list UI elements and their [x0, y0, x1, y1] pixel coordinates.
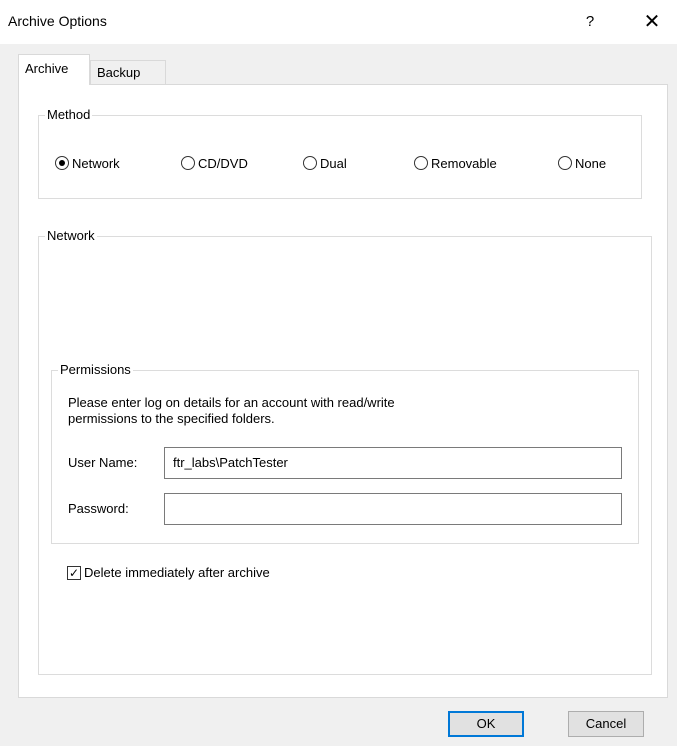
permissions-legend: Permissions	[58, 362, 133, 377]
radio-removable-indicator[interactable]	[414, 156, 428, 170]
radio-none[interactable]: None	[558, 154, 606, 172]
archive-options-dialog: Archive Options ? ✕ Archive Backup Metho…	[0, 0, 677, 746]
radio-none-label: None	[575, 155, 607, 171]
permissions-description: Please enter log on details for an accou…	[68, 395, 588, 427]
radio-cd-dvd-indicator[interactable]	[181, 156, 195, 170]
radio-dual-indicator[interactable]	[303, 156, 317, 170]
title-bar: Archive Options ? ✕	[0, 0, 677, 44]
method-legend: Method	[45, 107, 93, 122]
close-button[interactable]: ✕	[636, 8, 668, 36]
window-title: Archive Options	[8, 13, 107, 29]
permissions-description-line1: Please enter log on details for an accou…	[68, 395, 395, 410]
tab-backup[interactable]: Backup	[90, 60, 166, 84]
password-field[interactable]	[164, 493, 622, 525]
method-group: Method Network CD/DVD Dual Removable Non…	[38, 107, 642, 199]
ok-button[interactable]: OK	[448, 711, 524, 737]
radio-removable[interactable]: Removable	[414, 154, 497, 172]
cancel-button[interactable]: Cancel	[568, 711, 644, 737]
radio-network[interactable]: Network	[55, 154, 120, 172]
delete-after-archive-checkbox[interactable]: ✓ Delete immediately after archive	[67, 565, 270, 580]
tab-archive[interactable]: Archive	[18, 54, 90, 85]
delete-after-archive-checkbox-box[interactable]: ✓	[67, 565, 81, 580]
checkmark-icon: ✓	[68, 565, 80, 580]
radio-network-indicator[interactable]	[55, 156, 69, 170]
radio-cd-dvd-label: CD/DVD	[198, 155, 248, 171]
radio-network-label: Network	[72, 155, 120, 171]
radio-dual[interactable]: Dual	[303, 154, 347, 172]
radio-none-indicator[interactable]	[558, 156, 572, 170]
username-label: User Name:	[68, 455, 138, 470]
delete-after-archive-label: Delete immediately after archive	[84, 565, 270, 580]
radio-cd-dvd[interactable]: CD/DVD	[181, 154, 248, 172]
network-legend: Network	[45, 228, 97, 243]
username-field[interactable]: ftr_labs\PatchTester	[164, 447, 622, 479]
radio-dual-label: Dual	[320, 155, 347, 171]
archive-tab-panel: Method Network CD/DVD Dual Removable Non…	[18, 84, 668, 698]
permissions-description-line2: permissions to the specified folders.	[68, 411, 275, 426]
network-group: Network Permissions Please enter log on …	[38, 228, 652, 675]
password-label: Password:	[68, 501, 129, 516]
permissions-group: Permissions Please enter log on details …	[51, 362, 639, 544]
radio-removable-label: Removable	[431, 155, 497, 171]
help-button[interactable]: ?	[578, 8, 602, 36]
